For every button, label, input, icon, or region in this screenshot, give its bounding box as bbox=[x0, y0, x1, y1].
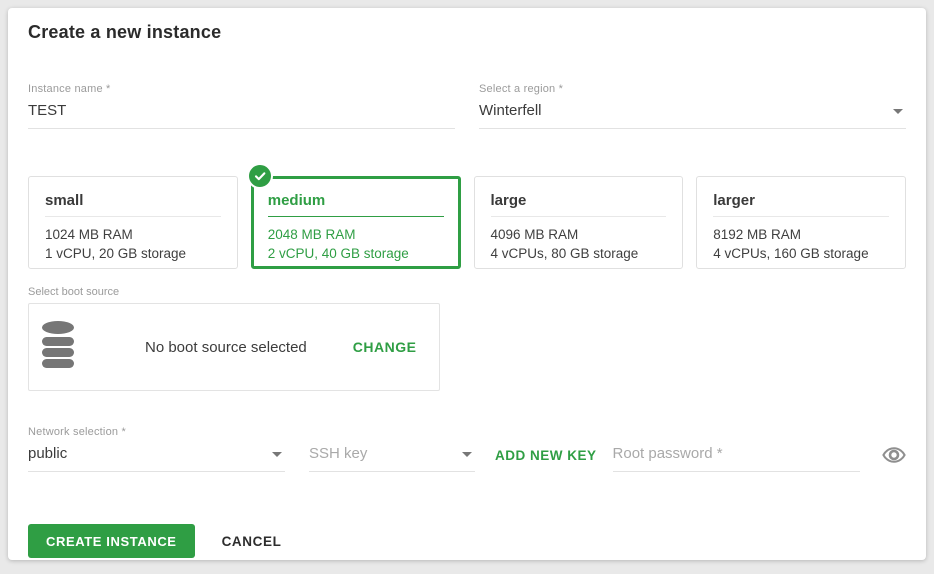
ssh-key-select[interactable]: SSH key bbox=[309, 441, 475, 472]
size-cards-row: small 1024 MB RAM 1 vCPU, 20 GB storage … bbox=[28, 176, 906, 269]
page-title: Create a new instance bbox=[28, 22, 906, 43]
region-label: Select a region * bbox=[479, 83, 906, 95]
size-card-medium[interactable]: medium 2048 MB RAM 2 vCPU, 40 GB storage bbox=[251, 176, 461, 269]
size-card-title: medium bbox=[268, 192, 444, 217]
eye-icon[interactable] bbox=[882, 443, 906, 467]
size-card-ram: 1024 MB RAM bbox=[45, 225, 221, 244]
instance-name-field-group: Instance name * bbox=[28, 83, 455, 129]
network-value: public bbox=[28, 445, 67, 462]
network-row: Network selection * public SSH key ADD N… bbox=[28, 426, 906, 472]
size-card-title: large bbox=[491, 192, 667, 217]
size-card-large[interactable]: large 4096 MB RAM 4 vCPUs, 80 GB storage bbox=[474, 176, 684, 269]
root-password-input[interactable] bbox=[613, 441, 860, 472]
chevron-down-icon bbox=[462, 452, 472, 457]
change-boot-source-button[interactable]: CHANGE bbox=[353, 339, 417, 355]
cancel-button[interactable]: CANCEL bbox=[222, 534, 282, 549]
database-icon bbox=[41, 321, 75, 374]
check-icon bbox=[247, 163, 273, 189]
root-password-field-group bbox=[613, 441, 860, 472]
instance-name-label: Instance name * bbox=[28, 83, 455, 95]
create-instance-dialog: Create a new instance Instance name * Se… bbox=[8, 8, 926, 560]
region-select[interactable]: Winterfell bbox=[479, 98, 906, 129]
create-instance-button[interactable]: CREATE INSTANCE bbox=[28, 524, 195, 558]
size-card-specs: 4 vCPUs, 80 GB storage bbox=[491, 244, 667, 263]
chevron-down-icon bbox=[893, 109, 903, 114]
ssh-key-placeholder: SSH key bbox=[309, 445, 367, 462]
instance-name-input[interactable] bbox=[28, 98, 455, 129]
size-card-small[interactable]: small 1024 MB RAM 1 vCPU, 20 GB storage bbox=[28, 176, 238, 269]
boot-source-label: Select boot source bbox=[28, 286, 906, 298]
size-card-larger[interactable]: larger 8192 MB RAM 4 vCPUs, 160 GB stora… bbox=[696, 176, 906, 269]
size-card-specs: 4 vCPUs, 160 GB storage bbox=[713, 244, 889, 263]
size-card-ram: 4096 MB RAM bbox=[491, 225, 667, 244]
network-label: Network selection * bbox=[28, 426, 285, 438]
size-card-ram: 8192 MB RAM bbox=[713, 225, 889, 244]
region-value: Winterfell bbox=[479, 102, 542, 119]
add-new-key-button[interactable]: ADD NEW KEY bbox=[495, 448, 597, 463]
boot-source-box: No boot source selected CHANGE bbox=[28, 303, 440, 391]
chevron-down-icon bbox=[272, 452, 282, 457]
size-card-ram: 2048 MB RAM bbox=[268, 225, 444, 244]
network-select[interactable]: public bbox=[28, 441, 285, 472]
region-field-group: Select a region * Winterfell bbox=[479, 83, 906, 129]
size-card-specs: 1 vCPU, 20 GB storage bbox=[45, 244, 221, 263]
boot-source-status: No boot source selected bbox=[145, 339, 307, 356]
size-card-specs: 2 vCPU, 40 GB storage bbox=[268, 244, 444, 263]
size-card-title: larger bbox=[713, 192, 889, 217]
size-card-title: small bbox=[45, 192, 221, 217]
network-field-group: Network selection * public bbox=[28, 426, 285, 472]
top-fields-row: Instance name * Select a region * Winter… bbox=[28, 83, 906, 129]
actions-row: CREATE INSTANCE CANCEL bbox=[28, 524, 906, 558]
ssh-key-field-group: SSH key bbox=[309, 441, 475, 472]
